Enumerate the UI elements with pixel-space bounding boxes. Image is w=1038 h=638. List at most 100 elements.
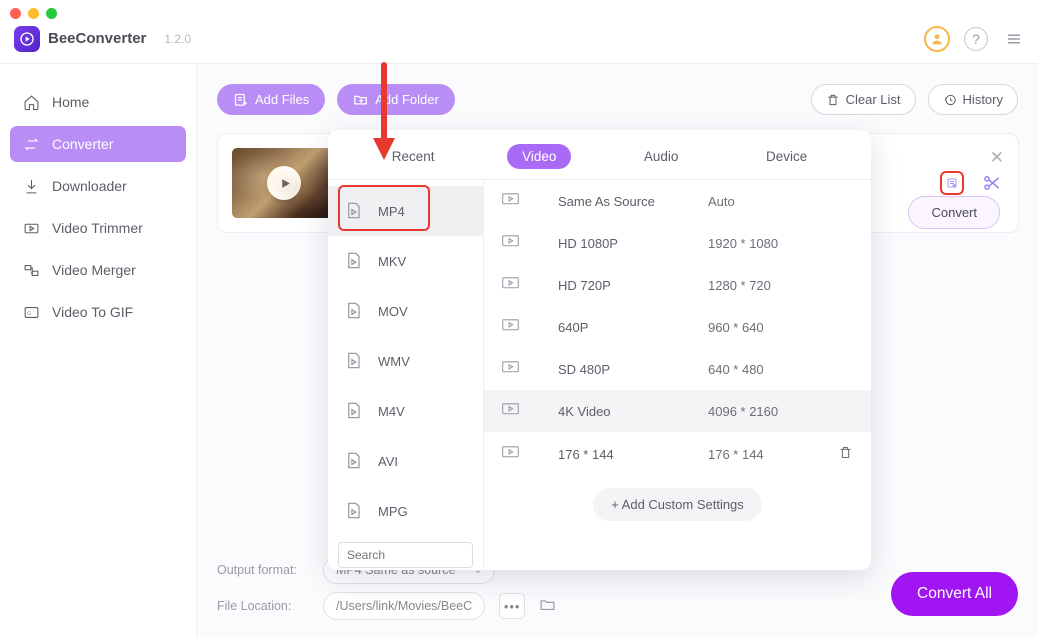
- sidebar-item-merger[interactable]: Video Merger: [10, 252, 186, 288]
- resolution-dimension: 1920 * 1080: [708, 236, 778, 251]
- hamburger-menu-icon[interactable]: [1002, 27, 1026, 51]
- resolution-label: 640P: [558, 320, 708, 335]
- resolution-dimension: 4096 * 2160: [708, 404, 778, 419]
- file-video-icon: [344, 501, 364, 521]
- resolution-dimension: 1280 * 720: [708, 278, 771, 293]
- monitor-play-icon: [502, 319, 522, 335]
- sidebar-item-home[interactable]: Home: [10, 84, 186, 120]
- gif-icon: G: [22, 303, 40, 321]
- convert-all-button[interactable]: Convert All: [891, 572, 1018, 616]
- resolution-dimension: Auto: [708, 194, 735, 209]
- format-label: MKV: [378, 254, 406, 269]
- resolution-item[interactable]: HD 1080P 1920 * 1080: [484, 222, 871, 264]
- open-folder-icon[interactable]: [539, 596, 556, 616]
- delete-icon[interactable]: [838, 445, 853, 463]
- sidebar: Home Converter Downloader Video Trimmer …: [0, 64, 197, 638]
- resolution-item[interactable]: SD 480P 640 * 480: [484, 348, 871, 390]
- resolution-dimension: 960 * 640: [708, 320, 764, 335]
- app-version: 1.2.0: [164, 32, 191, 46]
- file-video-icon: [344, 351, 364, 371]
- history-label: History: [963, 92, 1003, 107]
- tab-recent[interactable]: Recent: [377, 144, 450, 169]
- resolution-item[interactable]: 640P 960 * 640: [484, 306, 871, 348]
- format-search-input[interactable]: [338, 542, 473, 568]
- logo-block: BeeConverter 1.2.0: [14, 26, 191, 52]
- minimize-window-icon[interactable]: [28, 8, 39, 19]
- resolution-label: 176 * 144: [558, 447, 708, 462]
- sidebar-item-label: Video Merger: [52, 262, 136, 278]
- format-item-avi[interactable]: AVI: [328, 436, 483, 486]
- toolbar: Add Files Add Folder Clear List History: [217, 84, 1018, 115]
- settings-preset-icon[interactable]: [940, 171, 964, 195]
- monitor-play-icon: [502, 361, 522, 377]
- scissors-icon[interactable]: [980, 171, 1004, 195]
- merger-icon: [22, 261, 40, 279]
- resolution-item[interactable]: 4K Video 4096 * 2160: [484, 390, 871, 432]
- resolution-label: 4K Video: [558, 404, 708, 419]
- tab-video[interactable]: Video: [507, 144, 571, 169]
- monitor-play-icon: [502, 446, 522, 462]
- close-icon[interactable]: ✕: [990, 148, 1004, 168]
- convert-button[interactable]: Convert: [908, 196, 1000, 229]
- monitor-play-icon: [502, 277, 522, 293]
- mac-traffic-lights[interactable]: [10, 8, 57, 19]
- format-popup: Recent Video Audio Device MP4 MKV MOV: [328, 130, 871, 570]
- sidebar-item-gif[interactable]: G Video To GIF: [10, 294, 186, 330]
- resolution-dimension: 176 * 144: [708, 447, 764, 462]
- history-button[interactable]: History: [928, 84, 1018, 115]
- app-logo-icon: [14, 26, 40, 52]
- sidebar-item-label: Home: [52, 94, 89, 110]
- sidebar-item-converter[interactable]: Converter: [10, 126, 186, 162]
- sidebar-item-trimmer[interactable]: Video Trimmer: [10, 210, 186, 246]
- add-folder-button[interactable]: Add Folder: [337, 84, 455, 115]
- format-item-mpg[interactable]: MPG: [328, 486, 483, 536]
- maximize-window-icon[interactable]: [46, 8, 57, 19]
- file-location-field[interactable]: /Users/link/Movies/BeeC: [323, 592, 485, 620]
- file-video-icon: [344, 401, 364, 421]
- format-item-m4v[interactable]: M4V: [328, 386, 483, 436]
- tab-device[interactable]: Device: [751, 144, 822, 169]
- monitor-play-icon: [502, 235, 522, 251]
- download-icon: [22, 177, 40, 195]
- format-label: MOV: [378, 304, 408, 319]
- sidebar-item-label: Video Trimmer: [52, 220, 143, 236]
- more-options-button[interactable]: •••: [499, 593, 525, 619]
- resolution-label: HD 1080P: [558, 236, 708, 251]
- add-files-button[interactable]: Add Files: [217, 84, 325, 115]
- resolution-item[interactable]: 176 * 144 176 * 144: [484, 432, 871, 476]
- format-label: WMV: [378, 354, 410, 369]
- format-item-mov[interactable]: MOV: [328, 286, 483, 336]
- resolution-list: Same As Source Auto HD 1080P 1920 * 1080…: [484, 180, 871, 570]
- file-video-icon: [344, 451, 364, 471]
- resolution-label: SD 480P: [558, 362, 708, 377]
- header-bar: BeeConverter 1.2.0 ?: [0, 0, 1038, 64]
- tab-audio[interactable]: Audio: [629, 144, 694, 169]
- format-list: MP4 MKV MOV WMV M4V: [328, 180, 484, 570]
- close-window-icon[interactable]: [10, 8, 21, 19]
- file-video-icon: [344, 251, 364, 271]
- format-item-wmv[interactable]: WMV: [328, 336, 483, 386]
- resolution-label: HD 720P: [558, 278, 708, 293]
- app-name: BeeConverter: [48, 30, 146, 47]
- format-item-mkv[interactable]: MKV: [328, 236, 483, 286]
- add-files-label: Add Files: [255, 92, 309, 107]
- add-folder-label: Add Folder: [375, 92, 439, 107]
- sidebar-item-label: Video To GIF: [52, 304, 133, 320]
- video-thumbnail[interactable]: [232, 148, 336, 218]
- clear-list-button[interactable]: Clear List: [811, 84, 916, 115]
- home-icon: [22, 93, 40, 111]
- format-item-mp4[interactable]: MP4: [328, 186, 483, 236]
- format-label: MP4: [378, 204, 405, 219]
- file-location-value: /Users/link/Movies/BeeC: [336, 599, 472, 613]
- converter-icon: [22, 135, 40, 153]
- help-icon[interactable]: ?: [964, 27, 988, 51]
- trimmer-icon: [22, 219, 40, 237]
- add-custom-settings-button[interactable]: + Add Custom Settings: [593, 488, 762, 521]
- account-icon[interactable]: [924, 26, 950, 52]
- resolution-item[interactable]: HD 720P 1280 * 720: [484, 264, 871, 306]
- sidebar-item-downloader[interactable]: Downloader: [10, 168, 186, 204]
- play-icon[interactable]: [267, 166, 301, 200]
- resolution-item[interactable]: Same As Source Auto: [484, 180, 871, 222]
- file-video-icon: [344, 301, 364, 321]
- format-label: MPG: [378, 504, 408, 519]
